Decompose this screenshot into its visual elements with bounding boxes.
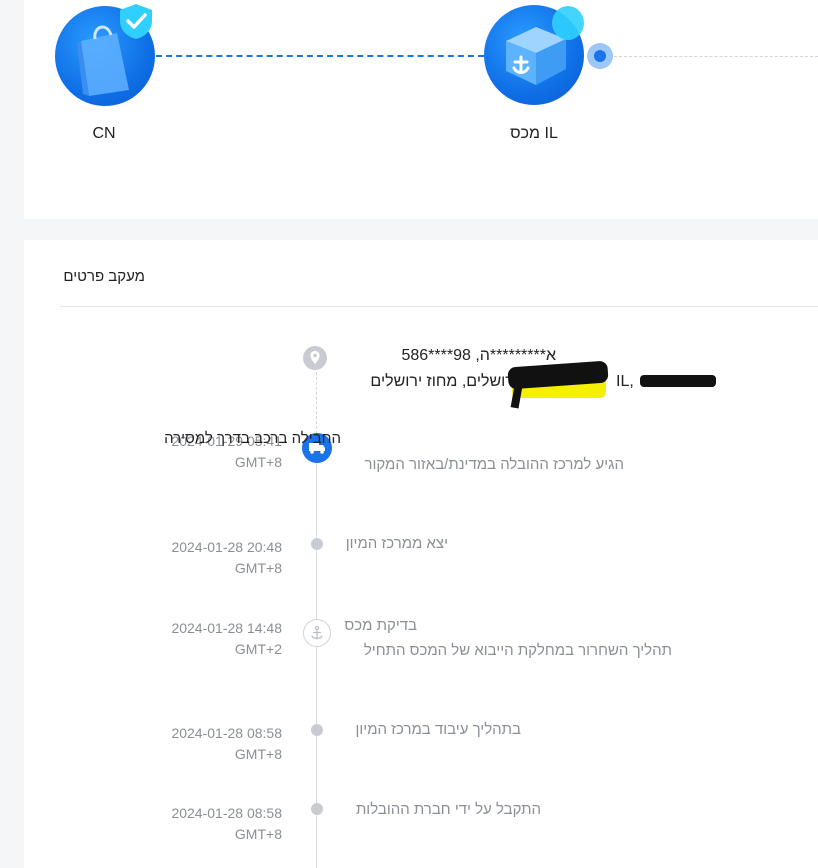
timeline-connector-address — [316, 372, 317, 434]
progress-line-complete — [156, 55, 484, 57]
address-city-region: ירושלים, מחוז ירושלים — [370, 373, 518, 390]
stage-customs-label: מכס IL — [510, 125, 558, 142]
shield-check-icon — [117, 2, 155, 40]
progress-current-dot — [587, 43, 613, 69]
location-pin-icon — [303, 346, 327, 370]
event-time: 2024-01-28 20:48 GMT+8 — [171, 539, 282, 576]
redaction-postal — [640, 375, 716, 387]
event-time: 2024-01-28 08:58 GMT+8 — [171, 805, 282, 842]
event-title: יצא ממרכז המיון — [345, 535, 448, 552]
event-title: החבילה ברכב בדרך למסירה — [164, 430, 341, 447]
details-divider — [60, 306, 818, 307]
event-description: תהליך השחרור במחלקת הייבוא של המכס התחיל — [363, 642, 672, 659]
event-title: בתהליך עיבוד במרכז המיון — [355, 721, 521, 738]
customs-badge-icon — [552, 6, 584, 40]
event-title: בדיקת מכס — [344, 617, 417, 634]
anchor-icon — [311, 625, 323, 640]
event-dot — [311, 724, 323, 736]
event-title: התקבל על ידי חברת ההובלות — [355, 801, 541, 818]
event-dot — [311, 538, 323, 550]
address-name-phone: א*********ה, 98****586 — [401, 347, 556, 364]
address-country: IL, — [616, 373, 634, 390]
event-time: 2024-01-28 14:48 GMT+2 — [171, 620, 282, 657]
progress-line-remaining — [614, 56, 818, 57]
stage-origin-label: CN — [92, 125, 116, 142]
details-title: מעקב פרטים — [63, 268, 145, 285]
event-dot — [311, 803, 323, 815]
event-description: הגיע למרכז ההובלה במדינת/באזור המקור — [364, 456, 624, 473]
event-customs-dot — [303, 619, 331, 647]
event-time: 2024-01-28 08:58 GMT+8 — [171, 725, 282, 762]
